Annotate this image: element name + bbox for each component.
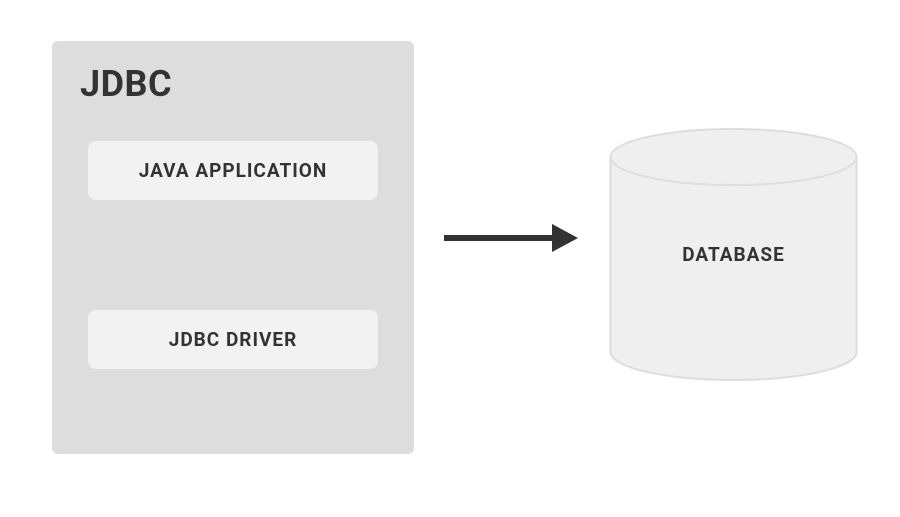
jdbc-driver-box: JDBC DRIVER	[88, 310, 378, 369]
arrow-icon	[442, 218, 580, 258]
java-application-box: JAVA APPLICATION	[88, 141, 378, 200]
diagram-canvas: JDBC JAVA APPLICATION JDBC DRIVER DATABA…	[0, 0, 900, 517]
jdbc-container: JDBC JAVA APPLICATION JDBC DRIVER	[52, 41, 414, 454]
database-cylinder: DATABASE	[608, 127, 859, 382]
database-label: DATABASE	[608, 243, 859, 266]
jdbc-title: JDBC	[80, 63, 386, 105]
